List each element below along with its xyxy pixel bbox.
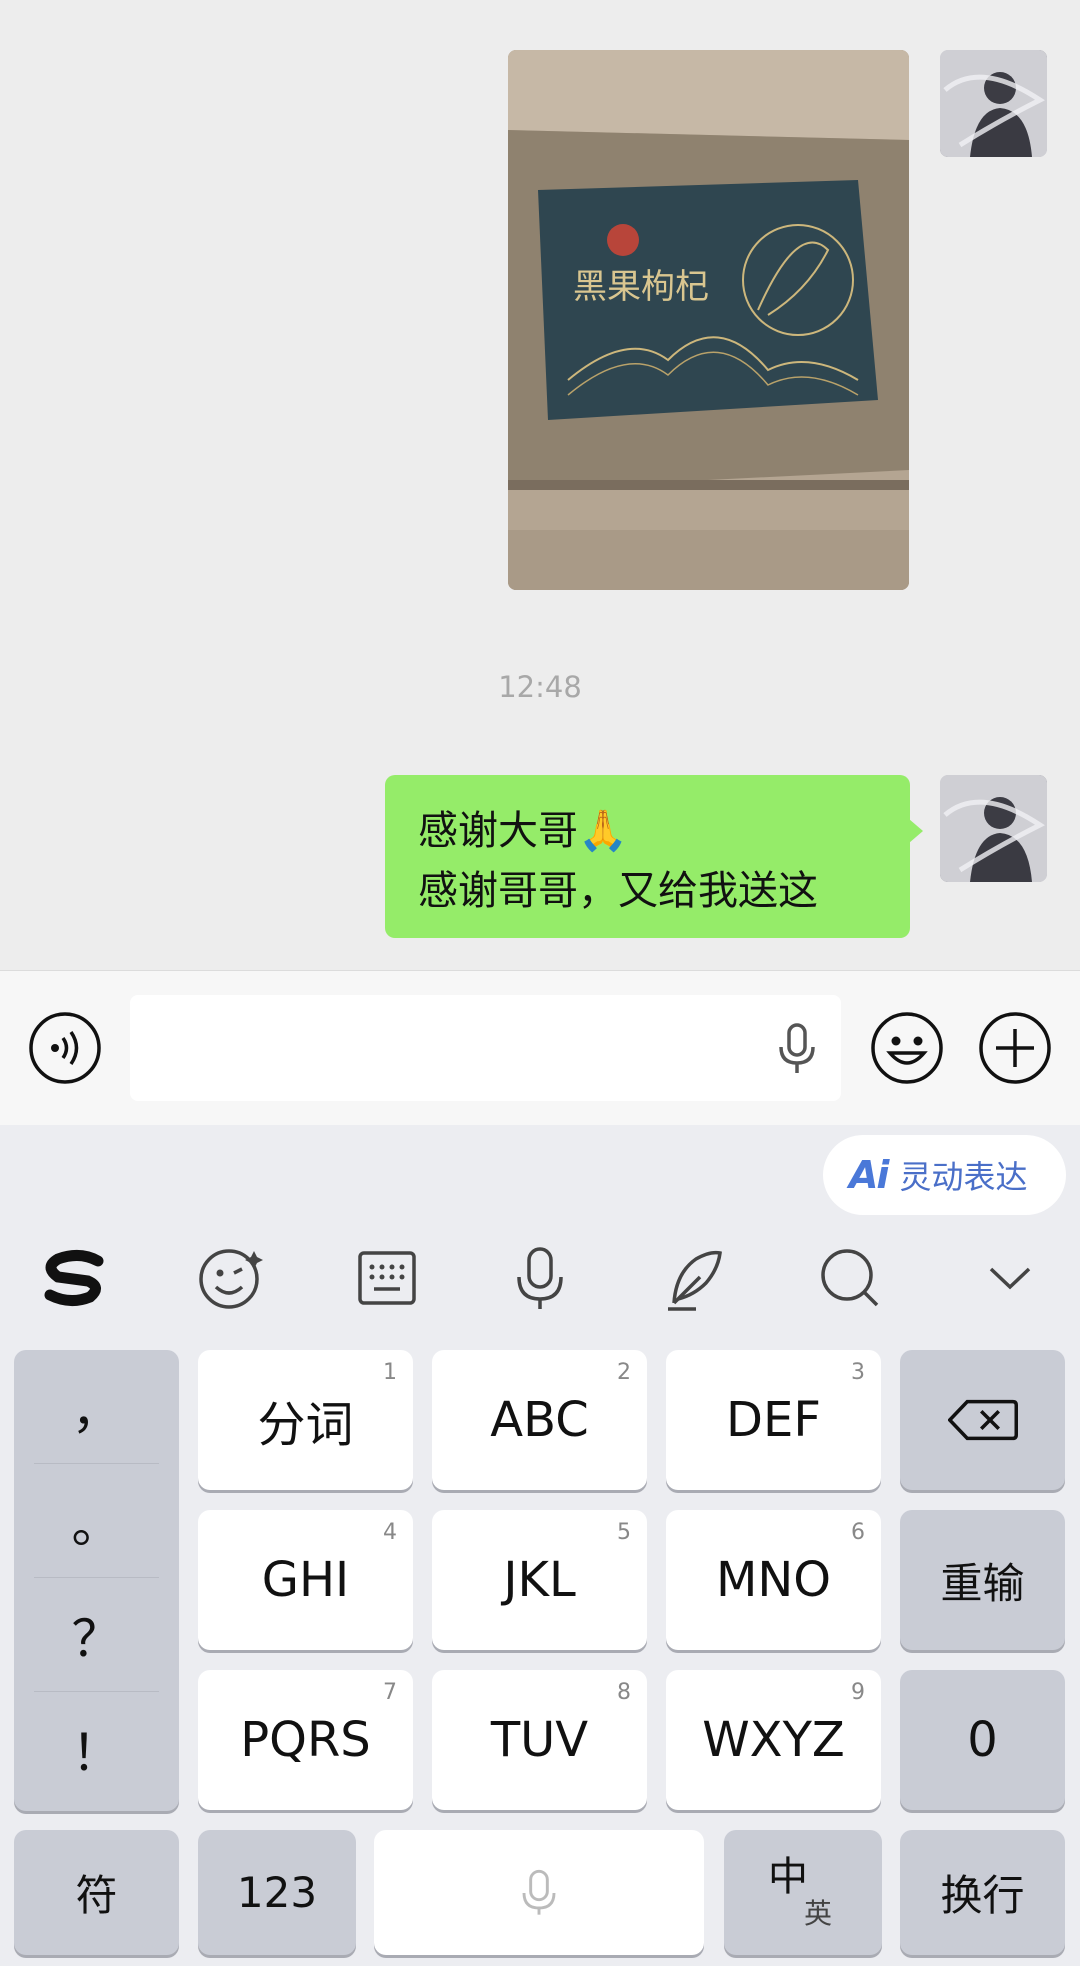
language-switch-key[interactable]: 中 英 [724,1830,882,1955]
search-icon[interactable] [815,1243,885,1313]
message-line: 感谢哥哥，又给我送这 [418,868,818,914]
symbols-key[interactable]: 符 [14,1830,179,1955]
key-number: 3 [851,1360,865,1385]
punctuation-key[interactable]: ？ [34,1578,159,1692]
voice-icon[interactable] [28,1011,102,1085]
key-8[interactable]: TUV 8 [432,1670,647,1810]
space-key[interactable] [374,1830,704,1955]
punctuation-key[interactable]: ， [34,1350,159,1464]
avatar[interactable] [940,50,1047,157]
mic-icon[interactable] [505,1243,575,1313]
chevron-down-icon[interactable] [975,1243,1045,1313]
numbers-key[interactable]: 123 [198,1830,356,1955]
key-number: 4 [383,1520,397,1545]
key-number: 6 [851,1520,865,1545]
key-label: DEF [726,1392,821,1448]
message-line: 感谢大哥🙏 [418,808,628,854]
key-label: WXYZ [702,1712,845,1768]
key-6[interactable]: MNO 6 [666,1510,881,1650]
key-1[interactable]: 分词 1 [198,1350,413,1490]
lang-sub-label: 英 [804,1897,833,1930]
key-number: 9 [851,1680,865,1705]
text-message-bubble[interactable]: 感谢大哥🙏 感谢哥哥，又给我送这 [385,775,923,938]
key-label: TUV [490,1712,589,1768]
key-4[interactable]: GHI 4 [198,1510,413,1650]
mic-icon [522,1869,556,1915]
key-label: JKL [503,1552,576,1608]
message-input-field[interactable] [130,995,841,1103]
punctuation-key[interactable]: ！ [34,1692,159,1805]
key-label: GHI [261,1552,350,1608]
key-label: PQRS [240,1712,371,1768]
key-label: ABC [490,1392,589,1448]
keyboard-icon[interactable] [352,1243,422,1313]
key-5[interactable]: JKL 5 [432,1510,647,1650]
input-bar [0,970,1080,1126]
key-label: 分词 [257,1397,354,1453]
punctuation-key[interactable]: 。 [34,1464,159,1578]
message-input[interactable] [130,995,732,1103]
key-7[interactable]: PQRS 7 [198,1670,413,1810]
backspace-icon [947,1399,1018,1441]
key-number: 7 [383,1680,397,1705]
chat-area: 黑果枸杞 12:48 感谢大哥🙏 感谢哥哥，又给我送这 [0,0,1080,970]
ai-logo: Ai [849,1153,889,1197]
ai-expression-label: 灵动表达 [899,1158,1028,1196]
backspace-key[interactable] [900,1350,1065,1490]
plus-icon[interactable] [978,1011,1052,1085]
ai-expression-button[interactable]: Ai 灵动表达 [823,1135,1066,1215]
zero-key[interactable]: 0 [900,1670,1065,1810]
enter-key[interactable]: 换行 [900,1830,1065,1955]
pen-icon[interactable] [660,1243,730,1313]
lang-main-label: 中 [768,1854,808,1900]
key-3[interactable]: DEF 3 [666,1350,881,1490]
reinput-key[interactable]: 重输 [900,1510,1065,1650]
smile-icon[interactable] [196,1243,266,1313]
key-number: 8 [617,1680,631,1705]
emoji-icon[interactable] [870,1011,944,1085]
mic-icon[interactable] [773,1023,821,1075]
key-label: MNO [715,1552,832,1608]
avatar[interactable] [940,775,1047,882]
sogou-logo[interactable] [40,1243,112,1313]
key-number: 2 [617,1360,631,1385]
key-2[interactable]: ABC 2 [432,1350,647,1490]
ime-keyboard: Ai 灵动表达 ， 。 ？ ！ 分词 1 ABC 2 DEF 3 GHI 4 J… [0,1125,1080,1966]
message-timestamp: 12:48 [498,670,582,704]
key-number: 5 [617,1520,631,1545]
product-box-title: 黑果枸杞 [573,267,709,307]
key-number: 1 [383,1360,397,1385]
image-message[interactable]: 黑果枸杞 [508,50,909,590]
punctuation-column: ， 。 ？ ！ [14,1350,179,1811]
key-9[interactable]: WXYZ 9 [666,1670,881,1810]
